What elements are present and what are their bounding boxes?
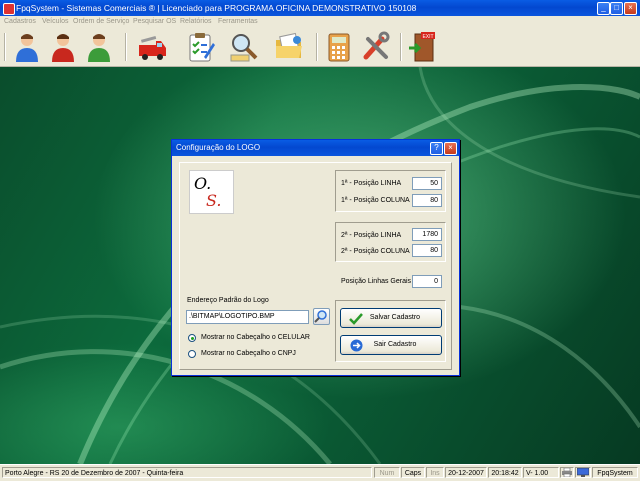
radio-cnpj-label[interactable]: Mostrar no Cabeçalho o CNPJ — [201, 350, 296, 357]
user-green-icon[interactable] — [83, 31, 115, 63]
checklist-icon[interactable] — [184, 31, 216, 63]
status-time: 20:18:42 — [488, 467, 522, 478]
status-monitor-cell — [575, 467, 591, 478]
pos2-linha-label: 2ª - Posição LINHA — [341, 232, 402, 239]
dialog-title-bar[interactable]: Configuração do LOGO ? × — [172, 140, 459, 156]
menu-relatorios[interactable]: Relatórios — [180, 16, 212, 28]
status-ins: Ins — [426, 467, 444, 478]
window-title: FpqSystem - Sistemas Comerciais ® | Lice… — [16, 3, 417, 13]
status-date: 20-12-2007 — [445, 467, 487, 478]
dialog-close-button[interactable]: × — [444, 142, 457, 155]
toolbar: EXIT — [0, 28, 640, 67]
search-icon — [314, 310, 327, 323]
fire-truck-icon[interactable] — [136, 31, 168, 63]
menu-cadastros[interactable]: Cadastros — [4, 16, 36, 28]
search-magnifier-icon[interactable] — [228, 31, 260, 63]
status-printer-cell — [560, 467, 574, 478]
pos1-coluna-input[interactable]: 80 — [412, 194, 442, 207]
dialog-help-button[interactable]: ? — [430, 142, 443, 155]
status-num: Num — [374, 467, 400, 478]
exit-sign-text: EXIT — [422, 34, 433, 40]
save-button-label: Salvar Cadastro — [369, 314, 421, 321]
browse-button[interactable] — [313, 308, 330, 325]
radio-cnpj[interactable] — [188, 350, 196, 358]
linhas-gerais-input[interactable]: 0 — [412, 275, 442, 288]
status-app-name: FpqSystem — [592, 467, 638, 478]
pos2-coluna-input[interactable]: 80 — [412, 244, 442, 257]
menu-veiculos[interactable]: Veículos — [42, 16, 68, 28]
menu-ferramentas[interactable]: Ferramentas — [218, 16, 258, 28]
printer-icon — [562, 468, 572, 477]
toolbar-separator — [4, 33, 6, 61]
calculator-icon[interactable] — [323, 31, 355, 63]
pos2-coluna-label: 2ª - Posição COLUNA — [341, 248, 410, 255]
radio-celular[interactable] — [188, 334, 196, 342]
menu-bar: Cadastros Veículos Ordem de Serviço Pesq… — [0, 16, 640, 28]
user-red-icon[interactable] — [47, 31, 79, 63]
maximize-button[interactable]: □ — [610, 2, 623, 15]
menu-pesquisar-os[interactable]: Pesquisar OS — [133, 16, 176, 28]
toolbar-separator — [400, 33, 402, 61]
radio-celular-label[interactable]: Mostrar no Cabeçalho o CELULAR — [201, 334, 310, 341]
tools-icon[interactable] — [360, 31, 392, 63]
exit-button-label: Sair Cadastro — [373, 341, 417, 348]
monitor-icon — [577, 468, 589, 477]
toolbar-separator — [125, 33, 127, 61]
pos1-linha-input[interactable]: 50 — [412, 177, 442, 190]
logo-preview: O. S. — [189, 170, 234, 214]
pos1-coluna-label: 1ª - Posição COLUNA — [341, 197, 410, 204]
linhas-gerais-label: Posição Linhas Gerais — [341, 278, 412, 285]
save-button[interactable]: Salvar Cadastro — [340, 308, 442, 328]
pos2-linha-input[interactable]: 1780 — [412, 228, 442, 241]
exit-button[interactable]: Sair Cadastro — [340, 335, 442, 355]
pos1-linha-label: 1ª - Posição LINHA — [341, 180, 402, 187]
exit-door-icon[interactable]: EXIT — [407, 31, 439, 63]
status-caps: Caps — [401, 467, 425, 478]
status-version: V- 1.00 — [523, 467, 559, 478]
open-folder-icon[interactable] — [273, 31, 305, 63]
status-bar: Porto Alegre - RS 20 de Dezembro de 2007… — [0, 464, 640, 481]
menu-ordem-servico[interactable]: Ordem de Serviço — [73, 16, 129, 28]
close-button[interactable]: × — [624, 2, 637, 15]
dialog-title: Configuração do LOGO — [176, 143, 261, 152]
status-location-date: Porto Alegre - RS 20 de Dezembro de 2007… — [2, 467, 372, 478]
endereco-label: Endereço Padrão do Logo — [187, 297, 269, 304]
endereco-input[interactable]: .\BITMAP\LOGOTIPO.BMP — [186, 310, 309, 324]
window-title-bar[interactable]: FpqSystem - Sistemas Comerciais ® | Lice… — [0, 0, 640, 16]
logo-config-dialog: Configuração do LOGO ? × O. S. 1ª - Posi… — [171, 139, 460, 376]
minimize-button[interactable]: _ — [597, 2, 610, 15]
toolbar-separator — [316, 33, 318, 61]
user-blue-icon[interactable] — [11, 31, 43, 63]
logo-letter-s: S. — [206, 191, 222, 210]
app-icon — [3, 3, 15, 15]
